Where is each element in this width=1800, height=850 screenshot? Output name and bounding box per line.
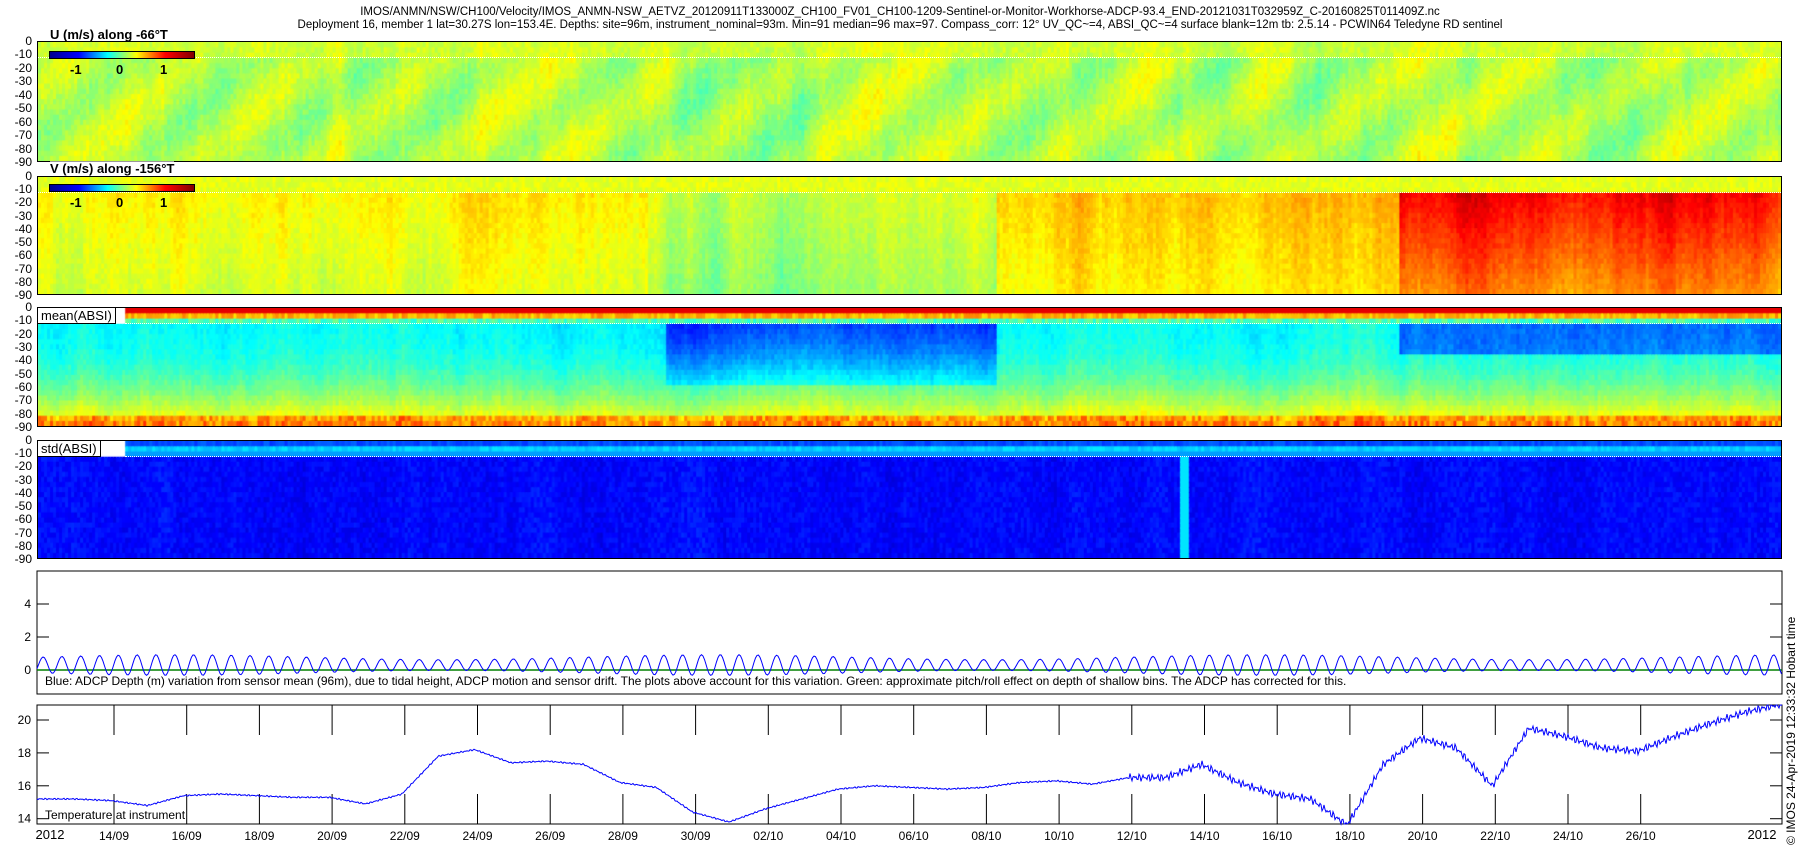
depth-caption: Blue: ADCP Depth (m) variation from sens… xyxy=(45,674,1347,688)
x-tick-label: 18/09 xyxy=(244,829,275,843)
x-tick-label: 20/10 xyxy=(1407,829,1438,843)
x-tick-label: 12/10 xyxy=(1116,829,1147,843)
x-end-year: 2012 xyxy=(1747,827,1777,842)
x-tick-label: 16/10 xyxy=(1262,829,1293,843)
x-tick-label: 24/10 xyxy=(1552,829,1584,843)
y-tick-label: 4 xyxy=(24,597,31,611)
x-tick-label: 16/09 xyxy=(171,829,202,843)
x-tick-label: 18/10 xyxy=(1334,829,1365,843)
x-tick-label: 10/10 xyxy=(1044,829,1075,843)
y-tick-label: 2 xyxy=(24,630,31,644)
x-tick-label: 22/10 xyxy=(1480,829,1511,843)
x-tick-label: 14/10 xyxy=(1189,829,1220,843)
x-tick-label: 30/09 xyxy=(680,829,711,843)
x-tick-label: 24/09 xyxy=(462,829,493,843)
temperature-panel-frame xyxy=(36,704,1783,825)
x-tick-label: 02/10 xyxy=(753,829,784,843)
x-tick-label: 20/09 xyxy=(317,829,348,843)
x-tick-label: 22/09 xyxy=(389,829,420,843)
x-tick-label: 26/09 xyxy=(535,829,566,843)
y-tick-label: 20 xyxy=(18,713,32,727)
x-tick-label: 06/10 xyxy=(898,829,929,843)
copyright-timestamp: © IMOS 24-Apr-2019 12:33:32 Hobart time xyxy=(1784,616,1798,845)
x-tick-label: 14/09 xyxy=(98,829,130,843)
temperature-line xyxy=(36,704,1783,826)
depth-variation-line xyxy=(36,654,1782,677)
x-tick-label: 28/09 xyxy=(607,829,638,843)
line-plots: 0 2 4 14 16 18 20 xyxy=(18,570,1783,826)
temperature-label: Temperature at instrument xyxy=(45,808,186,822)
y-tick-label: 16 xyxy=(18,779,32,793)
x-tick-label: 08/10 xyxy=(971,829,1002,843)
y-tick-label: 14 xyxy=(18,812,32,826)
y-tick-label: 0 xyxy=(24,663,31,677)
x-tick-label: 04/10 xyxy=(825,829,857,843)
x-tick-label: 26/10 xyxy=(1625,829,1656,843)
x-start-year: 2012 xyxy=(35,827,65,842)
y-tick-label: 18 xyxy=(18,746,32,760)
